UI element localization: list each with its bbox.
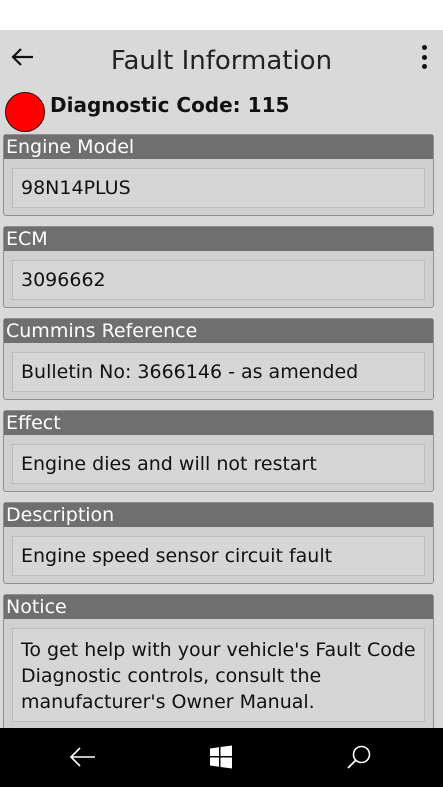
description-value: Engine speed sensor circuit fault	[12, 536, 425, 576]
notice-value: To get help with your vehicle's Fault Co…	[12, 628, 425, 722]
description-section: Description Engine speed sensor circuit …	[3, 502, 434, 584]
section-header: Cummins Reference	[4, 319, 433, 343]
cummins-reference-value: Bulletin No: 3666146 - as amended	[12, 352, 425, 392]
section-header: Description	[4, 503, 433, 527]
search-icon	[347, 745, 371, 769]
nav-start-button[interactable]	[206, 742, 236, 772]
notice-section: Notice To get help with your vehicle's F…	[3, 594, 434, 728]
engine-model-value: 98N14PLUS	[12, 168, 425, 208]
more-options-button[interactable]	[417, 42, 431, 72]
effect-section: Effect Engine dies and will not restart	[3, 410, 434, 492]
ecm-value: 3096662	[12, 260, 425, 300]
effect-value: Engine dies and will not restart	[12, 444, 425, 484]
cummins-reference-section: Cummins Reference Bulletin No: 3666146 -…	[3, 318, 434, 400]
status-bar	[0, 0, 443, 30]
nav-search-button[interactable]	[344, 742, 374, 772]
nav-back-button[interactable]	[68, 742, 98, 772]
diagnostic-code-row: Diagnostic Code: 115	[0, 90, 443, 134]
fault-status-indicator	[5, 92, 45, 132]
diagnostic-code-label: Diagnostic Code: 115	[50, 93, 290, 117]
page-title: Fault Information	[110, 46, 333, 76]
more-dot	[421, 64, 427, 69]
section-header: Notice	[4, 595, 433, 619]
back-icon	[69, 747, 95, 767]
engine-model-section: Engine Model 98N14PLUS	[3, 134, 434, 216]
app-window: Fault Information Diagnostic Code: 115 E…	[0, 30, 443, 728]
section-header: ECM	[4, 227, 433, 251]
more-dot	[421, 54, 427, 60]
app-header: Fault Information	[0, 30, 443, 92]
system-navigation-bar	[0, 728, 443, 787]
ecm-section: ECM 3096662	[3, 226, 434, 308]
section-header: Engine Model	[4, 135, 433, 159]
section-header: Effect	[4, 411, 433, 435]
windows-start-icon	[210, 745, 232, 769]
more-dots-icon	[421, 45, 427, 50]
